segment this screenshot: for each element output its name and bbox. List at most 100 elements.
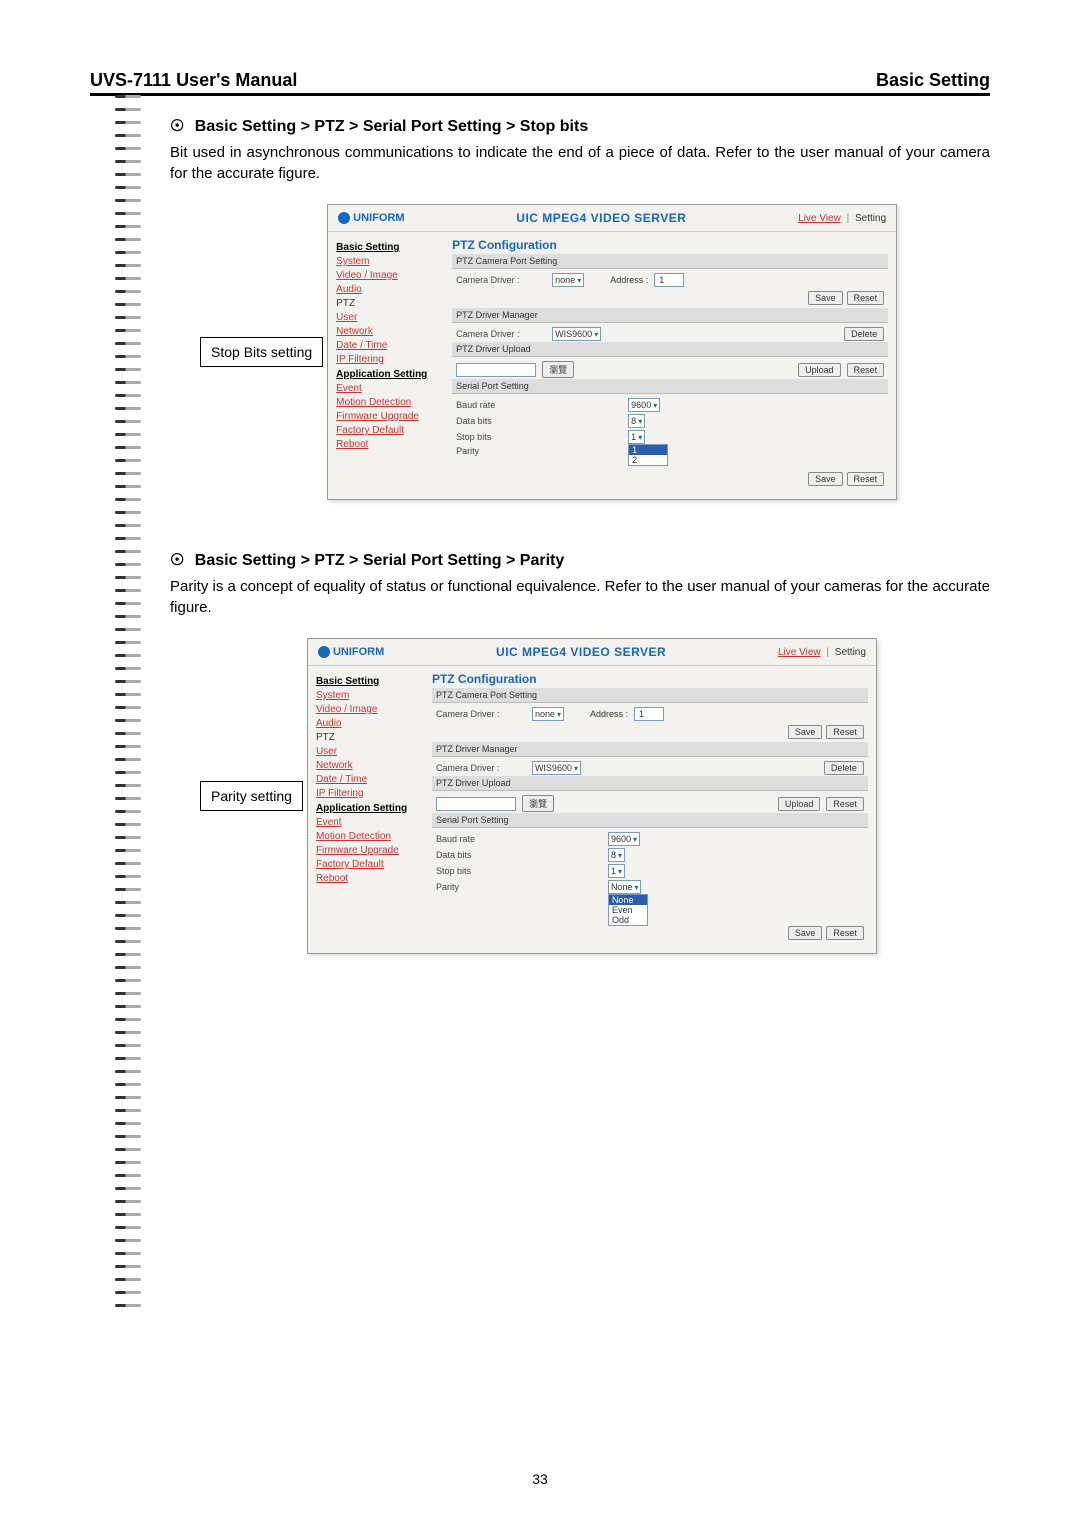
upload-path-input[interactable] [436,797,516,811]
baud-rate-select[interactable]: 9600▾ [608,832,640,846]
nav-date-time[interactable]: Date / Time [336,340,440,351]
chevron-down-icon: ▾ [638,417,642,426]
upload-button[interactable]: Upload [778,797,821,811]
address-input[interactable]: 1 [634,707,664,721]
delete-button[interactable]: Delete [844,327,884,341]
reset-button-1[interactable]: Reset [826,725,864,739]
nav-network[interactable]: Network [336,326,440,337]
section1-title: ☉ Basic Setting > PTZ > Serial Port Sett… [170,116,990,136]
nav-user[interactable]: User [336,312,440,323]
reset-button-2[interactable]: Reset [826,797,864,811]
nav-ip-filtering[interactable]: IP Filtering [316,788,420,799]
address-input[interactable]: 1 [654,273,684,287]
camera-driver-label-2: Camera Driver : [436,763,526,773]
ptz-driver-upload-head: PTZ Driver Upload [452,342,888,357]
nav-reboot[interactable]: Reboot [336,439,440,450]
nav-ptz[interactable]: PTZ [336,298,440,309]
setting-link[interactable]: Setting [835,647,866,658]
callout-stop-bits: Stop Bits setting [200,337,323,367]
nav-audio[interactable]: Audio [336,284,440,295]
chevron-down-icon: ▾ [634,883,638,892]
chevron-down-icon: ▾ [618,851,622,860]
browse-button[interactable]: 瀏覽 [542,361,574,378]
driver-manager-select[interactable]: WIS9600▾ [552,327,601,341]
delete-button[interactable]: Delete [824,761,864,775]
camera-driver-select[interactable]: none▾ [552,273,584,287]
stop-bits-select[interactable]: 1▾ [608,864,625,878]
chevron-down-icon: ▾ [618,867,622,876]
stop-bits-option-2[interactable]: 2 [629,455,667,465]
parity-option-none[interactable]: None [609,895,647,905]
nav-system[interactable]: System [336,256,440,267]
spiral-binding [115,95,145,1345]
save-button-1[interactable]: Save [808,291,843,305]
nav-ip-filtering[interactable]: IP Filtering [336,354,440,365]
nav-factory-default[interactable]: Factory Default [336,425,440,436]
server-title: UIC MPEG4 VIDEO SERVER [516,211,686,225]
ptz-camera-port-head: PTZ Camera Port Setting [432,688,868,703]
uniform-logo: UNIFORM [318,646,384,658]
manual-title: UVS-7111 User's Manual [90,70,297,91]
nav-firmware-upgrade[interactable]: Firmware Upgrade [316,845,420,856]
chevron-down-icon: ▾ [594,330,598,339]
parity-option-odd[interactable]: Odd [609,915,647,925]
data-bits-select[interactable]: 8▾ [608,848,625,862]
stop-bits-option-1[interactable]: 1 [629,445,667,455]
save-button-1[interactable]: Save [788,725,823,739]
chevron-down-icon: ▾ [574,764,578,773]
live-view-link[interactable]: Live View [778,647,821,658]
chevron-down-icon: ▾ [633,835,637,844]
address-label: Address : [590,709,628,719]
reset-button-1[interactable]: Reset [847,291,885,305]
reset-button-3[interactable]: Reset [847,472,885,486]
driver-manager-select[interactable]: WIS9600▾ [532,761,581,775]
section2-desc: Parity is a concept of equality of statu… [170,576,990,618]
stop-bits-select[interactable]: 1▾ [628,430,645,444]
live-view-link[interactable]: Live View [798,213,841,224]
stop-bits-dropdown[interactable]: 1 2 [628,444,668,466]
sidebar-nav: Basic Setting System Video / Image Audio… [328,232,448,499]
nav-event[interactable]: Event [316,817,420,828]
nav-video-image[interactable]: Video / Image [336,270,440,281]
upload-path-input[interactable] [456,363,536,377]
nav-audio[interactable]: Audio [316,718,420,729]
chevron-down-icon: ▾ [577,276,581,285]
nav-video-image[interactable]: Video / Image [316,704,420,715]
parity-label: Parity [436,882,526,892]
nav-date-time[interactable]: Date / Time [316,774,420,785]
callout-parity: Parity setting [200,781,303,811]
save-button-2[interactable]: Save [808,472,843,486]
nav-firmware-upgrade[interactable]: Firmware Upgrade [336,411,440,422]
upload-button[interactable]: Upload [798,363,841,377]
setting-link[interactable]: Setting [855,213,886,224]
sidebar-nav: Basic Setting System Video / Image Audio… [308,666,428,953]
serial-port-setting-head: Serial Port Setting [432,813,868,828]
baud-rate-select[interactable]: 9600▾ [628,398,660,412]
parity-dropdown[interactable]: None Even Odd [608,894,648,926]
reset-button-2[interactable]: Reset [847,363,885,377]
chevron-down-icon: ▾ [557,710,561,719]
screenshot-parity: UNIFORM UIC MPEG4 VIDEO SERVER Live View… [307,638,877,954]
baud-rate-label: Baud rate [436,834,526,844]
nav-user[interactable]: User [316,746,420,757]
nav-ptz[interactable]: PTZ [316,732,420,743]
nav-network[interactable]: Network [316,760,420,771]
data-bits-label: Data bits [436,850,526,860]
logo-icon [318,646,330,658]
parity-select[interactable]: None▾ [608,880,642,894]
camera-driver-select[interactable]: none▾ [532,707,564,721]
save-button-2[interactable]: Save [788,926,823,940]
nav-motion-detection[interactable]: Motion Detection [316,831,420,842]
data-bits-select[interactable]: 8▾ [628,414,645,428]
section1-desc: Bit used in asynchronous communications … [170,142,990,184]
nav-system[interactable]: System [316,690,420,701]
nav-event[interactable]: Event [336,383,440,394]
parity-option-even[interactable]: Even [609,905,647,915]
nav-motion-detection[interactable]: Motion Detection [336,397,440,408]
reset-button-3[interactable]: Reset [826,926,864,940]
nav-reboot[interactable]: Reboot [316,873,420,884]
page-header: UVS-7111 User's Manual Basic Setting [90,70,990,96]
baud-rate-label: Baud rate [456,400,546,410]
nav-factory-default[interactable]: Factory Default [316,859,420,870]
browse-button[interactable]: 瀏覽 [522,795,554,812]
